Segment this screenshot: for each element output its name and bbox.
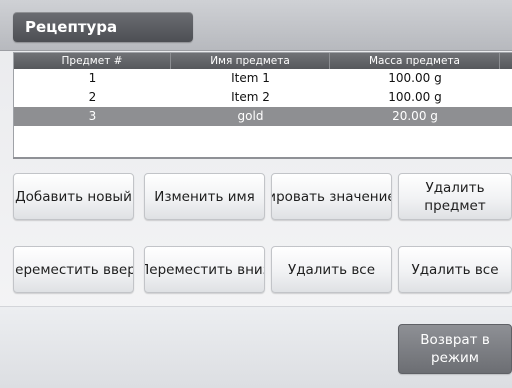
app-window: Рецептура Предмет # Имя предмета Масса п… [0, 0, 512, 388]
item-name: Item 1 [231, 71, 270, 85]
move-up-button[interactable]: Іереместить ввер [13, 246, 134, 293]
move-down-button[interactable]: Переместить вниз [144, 246, 265, 293]
column-header-item-mass: Масса предмета [330, 53, 500, 69]
items-table: Предмет # Имя предмета Масса предмета 1 … [13, 52, 512, 158]
delete-all-button[interactable]: Удалить все [271, 246, 392, 293]
column-header-extra [500, 53, 512, 69]
item-number: 2 [88, 90, 97, 104]
table-header: Предмет # Имя предмета Масса предмета [14, 53, 512, 69]
table-row-selected[interactable]: 3 gold 20.00 g [14, 107, 512, 126]
item-name: Item 2 [231, 90, 270, 104]
edit-value-button[interactable]: ировать значение [271, 173, 392, 220]
page-title: Рецептура [13, 12, 193, 42]
item-mass: 100.00 g [388, 71, 442, 85]
add-new-button[interactable]: Добавить новый [13, 173, 134, 220]
delete-item-button[interactable]: Удалить предмет [398, 173, 512, 220]
delete-all-button-2[interactable]: Удалить все [398, 246, 512, 293]
item-mass: 20.00 g [392, 109, 438, 123]
item-name: gold [237, 109, 264, 123]
column-header-item-name: Имя предмета [171, 53, 330, 69]
rename-button[interactable]: Изменить имя [144, 173, 265, 220]
table-row[interactable]: 1 Item 1 100.00 g [14, 69, 512, 88]
item-number: 1 [88, 71, 97, 85]
return-to-mode-button[interactable]: Возврат в режим [398, 324, 512, 374]
table-row[interactable]: 2 Item 2 100.00 g [14, 88, 512, 107]
column-header-item-number: Предмет # [14, 53, 171, 69]
title-bar: Рецептура [0, 0, 512, 51]
item-number: 3 [88, 109, 97, 123]
table-separator [13, 157, 512, 159]
item-mass: 100.00 g [388, 90, 442, 104]
